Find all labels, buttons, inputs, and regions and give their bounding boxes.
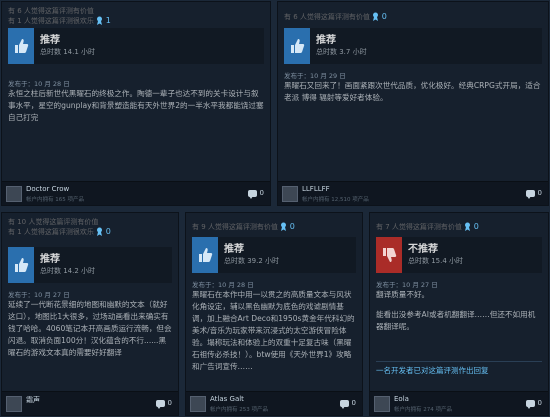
review-footer: 霜声 0: [2, 391, 178, 415]
thumbs-up-icon: [8, 28, 34, 64]
products-owned: 帐户内拥有 274 项产品: [394, 407, 452, 413]
award-badge[interactable]: 1: [96, 16, 111, 26]
review-text: 永恒之柱后新世代黑曜石的终极之作。陶德一辈子也达不到的关卡设计与叙事水平，星空的…: [8, 89, 264, 122]
review-footer: Atlas Galt 帐户内拥有 253 项产品 0: [186, 391, 362, 415]
review-footer: Doctor Crow 帐户内拥有 165 项产品 0: [2, 181, 270, 205]
helpful-info: 有 7 人觉得这篇评测有价值 0: [376, 222, 542, 232]
verdict-box[interactable]: 推荐 总时数 3.7 小时: [284, 28, 542, 64]
award-icon: [97, 16, 103, 25]
verdict-box[interactable]: 推荐 总时数 39.2 小时: [192, 237, 356, 273]
playtime: 总时数 14.2 小时: [40, 267, 96, 275]
verdict-box[interactable]: 不推荐 总时数 15.4 小时: [376, 237, 542, 273]
avatar[interactable]: [6, 396, 22, 412]
avatar[interactable]: [6, 186, 22, 202]
thumbs-down-icon: [376, 237, 402, 273]
review-text: 翻译质量不好。: [376, 290, 430, 299]
award-icon: [281, 222, 287, 231]
award-badge[interactable]: 0: [280, 222, 295, 232]
thumbs-up-icon: [192, 237, 218, 273]
verdict-box[interactable]: 推荐 总时数 14.1 小时: [8, 28, 264, 64]
review-text: 黑曜石又回来了！画面紧跟次世代品质，优化极好。经典CRPG式开局，适合老派 博得…: [284, 81, 541, 102]
posted-date: 发布于：10 月 29 日: [284, 72, 346, 80]
posted-date: 发布于：10 月 27 日: [8, 291, 70, 299]
comments-link[interactable]: 0: [339, 399, 356, 409]
comment-icon: [247, 189, 257, 199]
helpful-count: 有 10 人觉得这篇评测有价值: [8, 218, 99, 226]
author-name[interactable]: Eola: [394, 395, 409, 403]
author-name[interactable]: Atlas Galt: [210, 395, 244, 403]
avatar[interactable]: [374, 396, 390, 412]
award-icon: [373, 12, 379, 21]
helpful-info: 有 9 人觉得这篇评测有价值 0: [192, 222, 356, 232]
comment-icon: [525, 399, 535, 409]
helpful-count: 有 9 人觉得这篇评测有价值 0: [192, 222, 295, 232]
comments-link[interactable]: 0: [525, 189, 542, 199]
products-owned: 帐户内拥有 12,510 项产品: [302, 197, 369, 203]
comment-icon: [525, 189, 535, 199]
award-icon: [465, 222, 471, 231]
products-owned: 帐户内拥有 165 项产品: [26, 197, 84, 203]
review-text-continued: 能看出没参考AI或者机翻翻译……但还不如用机器翻译呢。: [376, 310, 536, 331]
posted-date: 发布于：10 月 28 日: [192, 281, 254, 289]
review-card[interactable]: 有 7 人觉得这篇评测有价值 0 不推荐 总时数 15.4 小时 发布于：10 …: [369, 212, 549, 416]
review-footer: Eola 帐户内拥有 274 项产品 0: [370, 391, 548, 415]
verdict-label: 推荐: [40, 35, 60, 46]
award-icon: [97, 227, 103, 236]
review-card[interactable]: 有 10 人觉得这篇评测有价值 有 1 人觉得这篇评测很欢乐 0 推荐 总时数 …: [1, 212, 179, 416]
comments-link[interactable]: 0: [247, 189, 264, 199]
thumbs-up-icon: [8, 247, 34, 283]
comments-link[interactable]: 0: [525, 399, 542, 409]
review-card[interactable]: 有 6 人觉得这篇评测有价值 有 1 人觉得这篇评测很欢乐 1 推荐 总时数 1…: [1, 1, 271, 206]
review-footer: LLFLLFF 帐户内拥有 12,510 项产品 0: [278, 181, 548, 205]
playtime: 总时数 14.1 小时: [40, 48, 96, 56]
review-card[interactable]: 有 6 人觉得这篇评测有价值 0 推荐 总时数 3.7 小时 发布于：10 月 …: [277, 1, 549, 206]
posted-date: 发布于：10 月 27 日: [376, 281, 438, 289]
verdict-label: 推荐: [316, 35, 336, 46]
products-owned: 帐户内拥有 253 项产品: [210, 407, 268, 413]
avatar[interactable]: [190, 396, 206, 412]
author-name[interactable]: 霜声: [26, 395, 40, 405]
comment-icon: [339, 399, 349, 409]
thumbs-up-icon: [284, 28, 310, 64]
verdict-label: 不推荐: [408, 244, 438, 255]
helpful-count: 有 6 人觉得这篇评测有价值: [8, 7, 94, 15]
posted-date: 发布于：10 月 28 日: [8, 80, 70, 88]
award-badge[interactable]: 0: [96, 227, 111, 237]
avatar[interactable]: [282, 186, 298, 202]
playtime: 总时数 15.4 小时: [408, 257, 464, 265]
author-name[interactable]: LLFLLFF: [302, 185, 330, 193]
developer-response-link[interactable]: 一名开发者已对这篇评测作出回复: [376, 365, 542, 376]
review-text: 黑曜石在本作中用一以贯之的高质量文本与风状化角设定，辅以黑色幽默为底色的戏谑剧情…: [192, 290, 355, 371]
helpful-info: 有 6 人觉得这篇评测有价值 0: [284, 12, 542, 22]
comments-link[interactable]: 0: [155, 399, 172, 409]
helpful-count: 有 7 人觉得这篇评测有价值 0: [376, 222, 479, 232]
helpful-info: 有 10 人觉得这篇评测有价值 有 1 人觉得这篇评测很欢乐 0: [8, 217, 172, 237]
review-card[interactable]: 有 9 人觉得这篇评测有价值 0 推荐 总时数 39.2 小时 发布于：10 月…: [185, 212, 363, 416]
helpful-count: 有 6 人觉得这篇评测有价值 0: [284, 12, 387, 22]
author-name[interactable]: Doctor Crow: [26, 185, 69, 193]
funny-count: 有 1 人觉得这篇评测很欢乐 0: [8, 227, 111, 237]
playtime: 总时数 39.2 小时: [224, 257, 280, 265]
verdict-label: 推荐: [224, 244, 244, 255]
award-badge[interactable]: 0: [464, 222, 479, 232]
verdict-label: 推荐: [40, 254, 60, 265]
funny-count: 有 1 人觉得这篇评测很欢乐 1: [8, 16, 111, 26]
helpful-info: 有 6 人觉得这篇评测有价值 有 1 人觉得这篇评测很欢乐 1: [8, 6, 264, 26]
award-badge[interactable]: 0: [372, 12, 387, 22]
playtime: 总时数 3.7 小时: [316, 48, 367, 56]
comment-icon: [155, 399, 165, 409]
verdict-box[interactable]: 推荐 总时数 14.2 小时: [8, 247, 172, 283]
